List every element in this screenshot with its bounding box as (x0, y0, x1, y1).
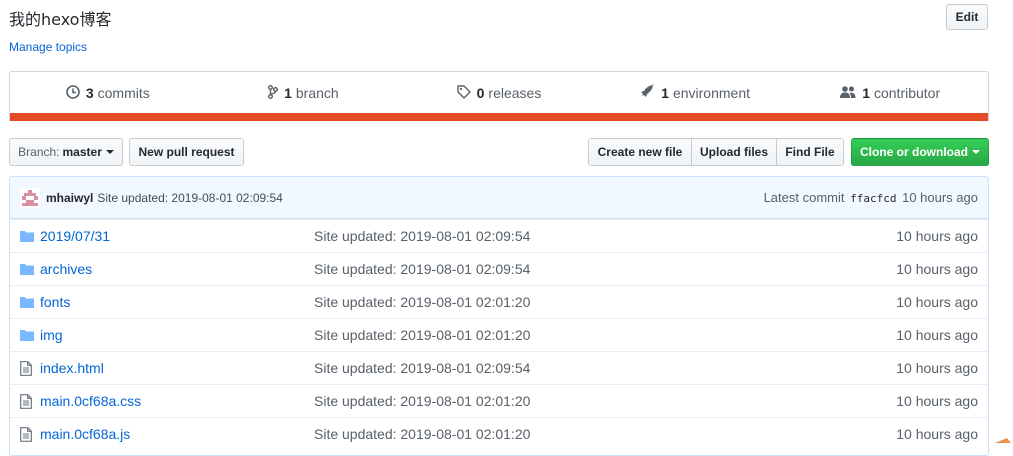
file-age: 10 hours ago (896, 327, 978, 343)
find-file-button[interactable]: Find File (777, 138, 844, 166)
tag-icon (456, 84, 473, 102)
manage-topics-link[interactable]: Manage topics (9, 40, 87, 54)
file-name-link[interactable]: index.html (40, 360, 315, 376)
file-name-link[interactable]: archives (40, 261, 315, 277)
branch-icon (268, 84, 280, 102)
commits-label: commits (97, 85, 150, 101)
history-icon (66, 84, 82, 102)
people-icon (840, 85, 858, 102)
file-commit-message-link[interactable]: Site updated: 2019-08-01 02:01:20 (314, 294, 530, 310)
edit-description-button[interactable]: Edit (946, 4, 988, 30)
releases-count: 0 (476, 85, 485, 101)
file-name-link[interactable]: 2019/07/31 (40, 228, 315, 244)
contributors-count: 1 (862, 85, 870, 101)
file-age: 10 hours ago (896, 426, 978, 442)
file-age: 10 hours ago (896, 261, 978, 277)
file-row: 2019/07/31 Site updated: 2019-08-01 02:0… (10, 219, 988, 252)
commit-sha-link[interactable]: ffacfcd (850, 192, 896, 205)
upload-files-button[interactable]: Upload files (692, 138, 777, 166)
environment-count-link[interactable]: 1 environment (597, 83, 793, 103)
file-icon (20, 426, 36, 442)
file-commit-message-link[interactable]: Site updated: 2019-08-01 02:09:54 (314, 228, 530, 244)
branch-select-button[interactable]: Branch: master (9, 138, 123, 166)
folder-icon (20, 230, 36, 242)
latest-commit-prefix: Latest commit (763, 190, 845, 205)
environment-count: 1 (661, 85, 669, 101)
file-row: img Site updated: 2019-08-01 02:01:20 10… (10, 318, 988, 351)
corner-decoration (995, 438, 1011, 443)
branch-label: branch (295, 85, 339, 101)
file-commit-message-link[interactable]: Site updated: 2019-08-01 02:01:20 (314, 426, 530, 442)
file-icon (20, 360, 36, 376)
file-name-link[interactable]: main.0cf68a.css (40, 393, 315, 409)
file-row: fonts Site updated: 2019-08-01 02:01:20 … (10, 285, 988, 318)
file-row: archives Site updated: 2019-08-01 02:09:… (10, 252, 988, 285)
releases-count-link[interactable]: 0 releases (401, 84, 597, 102)
latest-commit-age: 10 hours ago (902, 190, 978, 205)
file-row: main.0cf68a.js Site updated: 2019-08-01 … (10, 417, 988, 450)
create-new-file-button[interactable]: Create new file (588, 138, 692, 166)
file-commit-message-link[interactable]: Site updated: 2019-08-01 02:01:20 (314, 393, 530, 409)
caret-down-icon (105, 150, 114, 154)
new-pull-request-button[interactable]: New pull request (129, 138, 244, 166)
file-commit-message-link[interactable]: Site updated: 2019-08-01 02:01:20 (314, 327, 530, 343)
commits-count-link[interactable]: 3 commits (10, 84, 206, 102)
releases-label: releases (488, 85, 542, 101)
file-commit-message-link[interactable]: Site updated: 2019-08-01 02:09:54 (314, 261, 530, 277)
branch-select-name: master (62, 145, 102, 159)
branch-count: 1 (284, 85, 292, 101)
file-table: mhaiwyl Site updated: 2019-08-01 02:09:5… (9, 176, 989, 456)
file-commit-message-link[interactable]: Site updated: 2019-08-01 02:09:54 (314, 360, 530, 376)
file-row: main.0cf68a.css Site updated: 2019-08-01… (10, 384, 988, 417)
commits-count: 3 (85, 85, 94, 101)
file-age: 10 hours ago (896, 360, 978, 376)
file-age: 10 hours ago (896, 294, 978, 310)
file-name-link[interactable]: main.0cf68a.js (40, 426, 315, 442)
latest-commit-bar: mhaiwyl Site updated: 2019-08-01 02:09:5… (10, 177, 988, 219)
clone-download-label: Clone or download (860, 145, 968, 159)
clone-download-button[interactable]: Clone or download (851, 138, 989, 166)
file-age: 10 hours ago (896, 393, 978, 409)
branch-count-link[interactable]: 1 branch (206, 84, 402, 102)
file-name-link[interactable]: img (40, 327, 315, 343)
contributors-label: contributor (873, 85, 941, 101)
rocket-icon (639, 83, 657, 103)
file-row: index.html Site updated: 2019-08-01 02:0… (10, 351, 988, 384)
commit-author-link[interactable]: mhaiwyl (46, 191, 93, 205)
caret-down-icon (972, 150, 980, 154)
contributors-count-link[interactable]: 1 contributor (792, 85, 988, 102)
environment-label: environment (672, 85, 750, 101)
folder-icon (20, 263, 36, 275)
folder-icon (20, 329, 36, 341)
commit-message-link[interactable]: Site updated: 2019-08-01 02:09:54 (97, 191, 282, 205)
latest-commit-info: Latest commit ffacfcd 10 hours ago (764, 190, 978, 205)
avatar[interactable] (20, 187, 40, 208)
folder-icon (20, 296, 36, 308)
file-name-link[interactable]: fonts (40, 294, 315, 310)
repo-description: 我的hexo博客 (9, 10, 112, 29)
branch-select-prefix: Branch: (18, 145, 60, 159)
file-icon (20, 393, 36, 409)
file-age: 10 hours ago (896, 228, 978, 244)
language-bar[interactable] (10, 113, 988, 121)
repo-summary-bar: 3 commits 1 branch 0 releases 1 environm… (9, 71, 989, 121)
